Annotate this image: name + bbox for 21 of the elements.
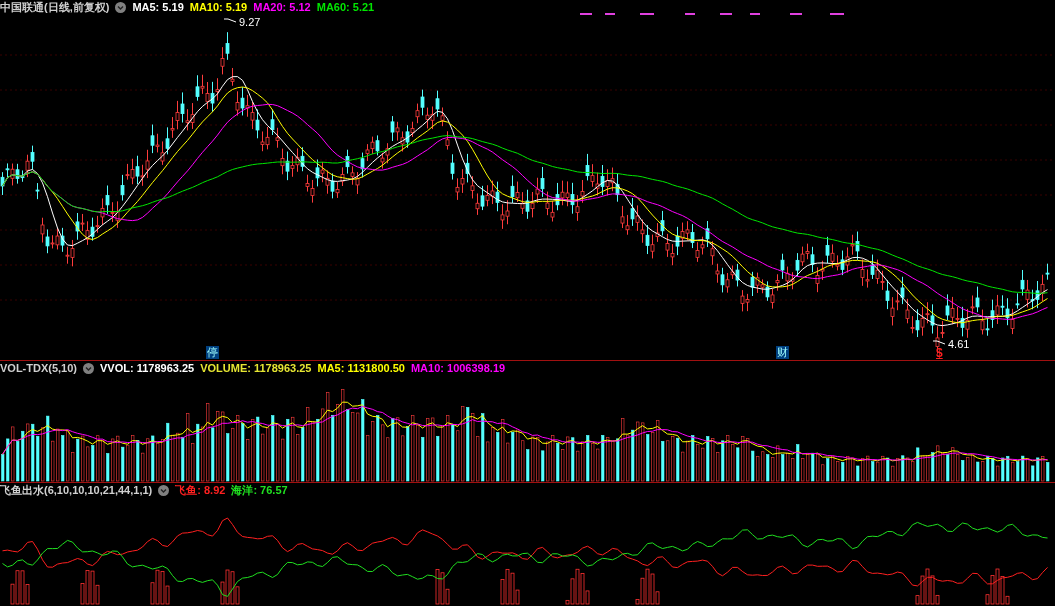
indicator-value: 飞鱼: 8.92 bbox=[175, 483, 226, 497]
event-marker: 财 bbox=[776, 346, 789, 359]
indicator-value: MA10: 5.19 bbox=[189, 0, 248, 14]
low-price-label: 4.61 bbox=[948, 338, 970, 350]
high-price-label: 9.27 bbox=[239, 16, 261, 28]
panel-title: 中国联通(日线,前复权) bbox=[0, 0, 110, 14]
dropdown-icon[interactable] bbox=[115, 1, 127, 13]
indicator-value: MA5: 5.19 bbox=[132, 0, 184, 14]
dropdown-icon[interactable] bbox=[158, 484, 170, 496]
indicator-value: MA5: 1131800.50 bbox=[317, 361, 405, 375]
signal-marker: $ bbox=[936, 347, 943, 360]
event-marker: 停 bbox=[206, 346, 219, 359]
dropdown-icon[interactable] bbox=[83, 362, 94, 374]
indicator-value: VVOL: 1178963.25 bbox=[100, 361, 195, 375]
indicator-value: 海洋: 76.57 bbox=[231, 483, 288, 497]
indicator-value: MA10: 1006398.19 bbox=[410, 361, 506, 375]
indicator-value: MA60: 5.21 bbox=[316, 0, 375, 14]
panel-title: 飞鱼出水(6,10,10,10,21,44,1,1) bbox=[0, 483, 153, 497]
indicator-value: MA20: 5.12 bbox=[253, 0, 311, 14]
panel-title: VOL-TDX(5,10) bbox=[0, 361, 77, 375]
indicator-value: VOLUME: 1178963.25 bbox=[200, 361, 312, 375]
